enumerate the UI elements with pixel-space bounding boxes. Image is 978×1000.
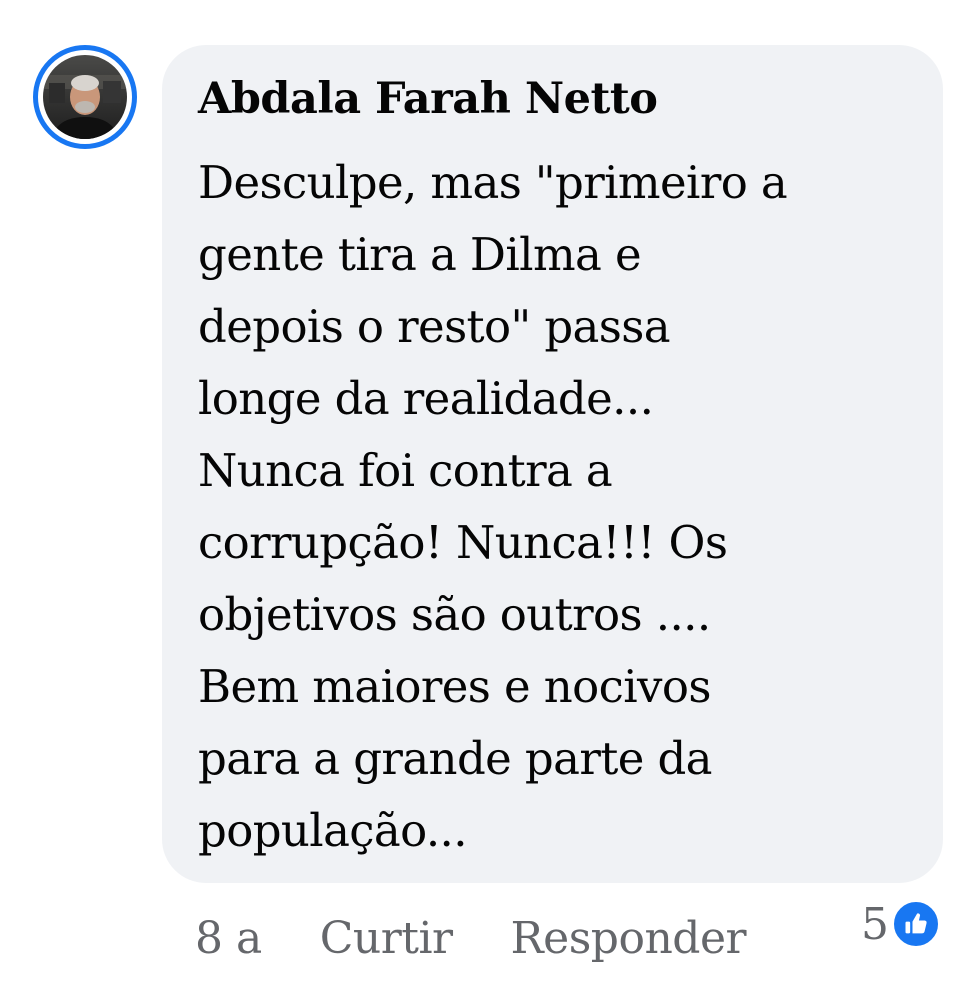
thumbs-up-icon <box>891 899 941 949</box>
like-button[interactable]: Curtir <box>320 913 453 964</box>
avatar-photo-icon <box>43 55 127 139</box>
author-name[interactable]: Abdala Farah Netto <box>198 73 658 125</box>
reaction-count: 5 <box>861 898 889 950</box>
comment-timestamp[interactable]: 8 a <box>195 913 262 964</box>
comment-text: Desculpe, mas "primeiro a gente tira a D… <box>198 156 788 857</box>
reply-button[interactable]: Responder <box>511 913 747 964</box>
comment-bubble: Abdala Farah Netto Desculpe, mas "primei… <box>162 45 943 883</box>
comment: Abdala Farah Netto Desculpe, mas "primei… <box>0 0 978 1000</box>
comment-actions: 8 a Curtir Responder <box>195 906 747 970</box>
reactions-summary[interactable]: 5 <box>861 896 941 952</box>
avatar[interactable] <box>33 45 137 149</box>
